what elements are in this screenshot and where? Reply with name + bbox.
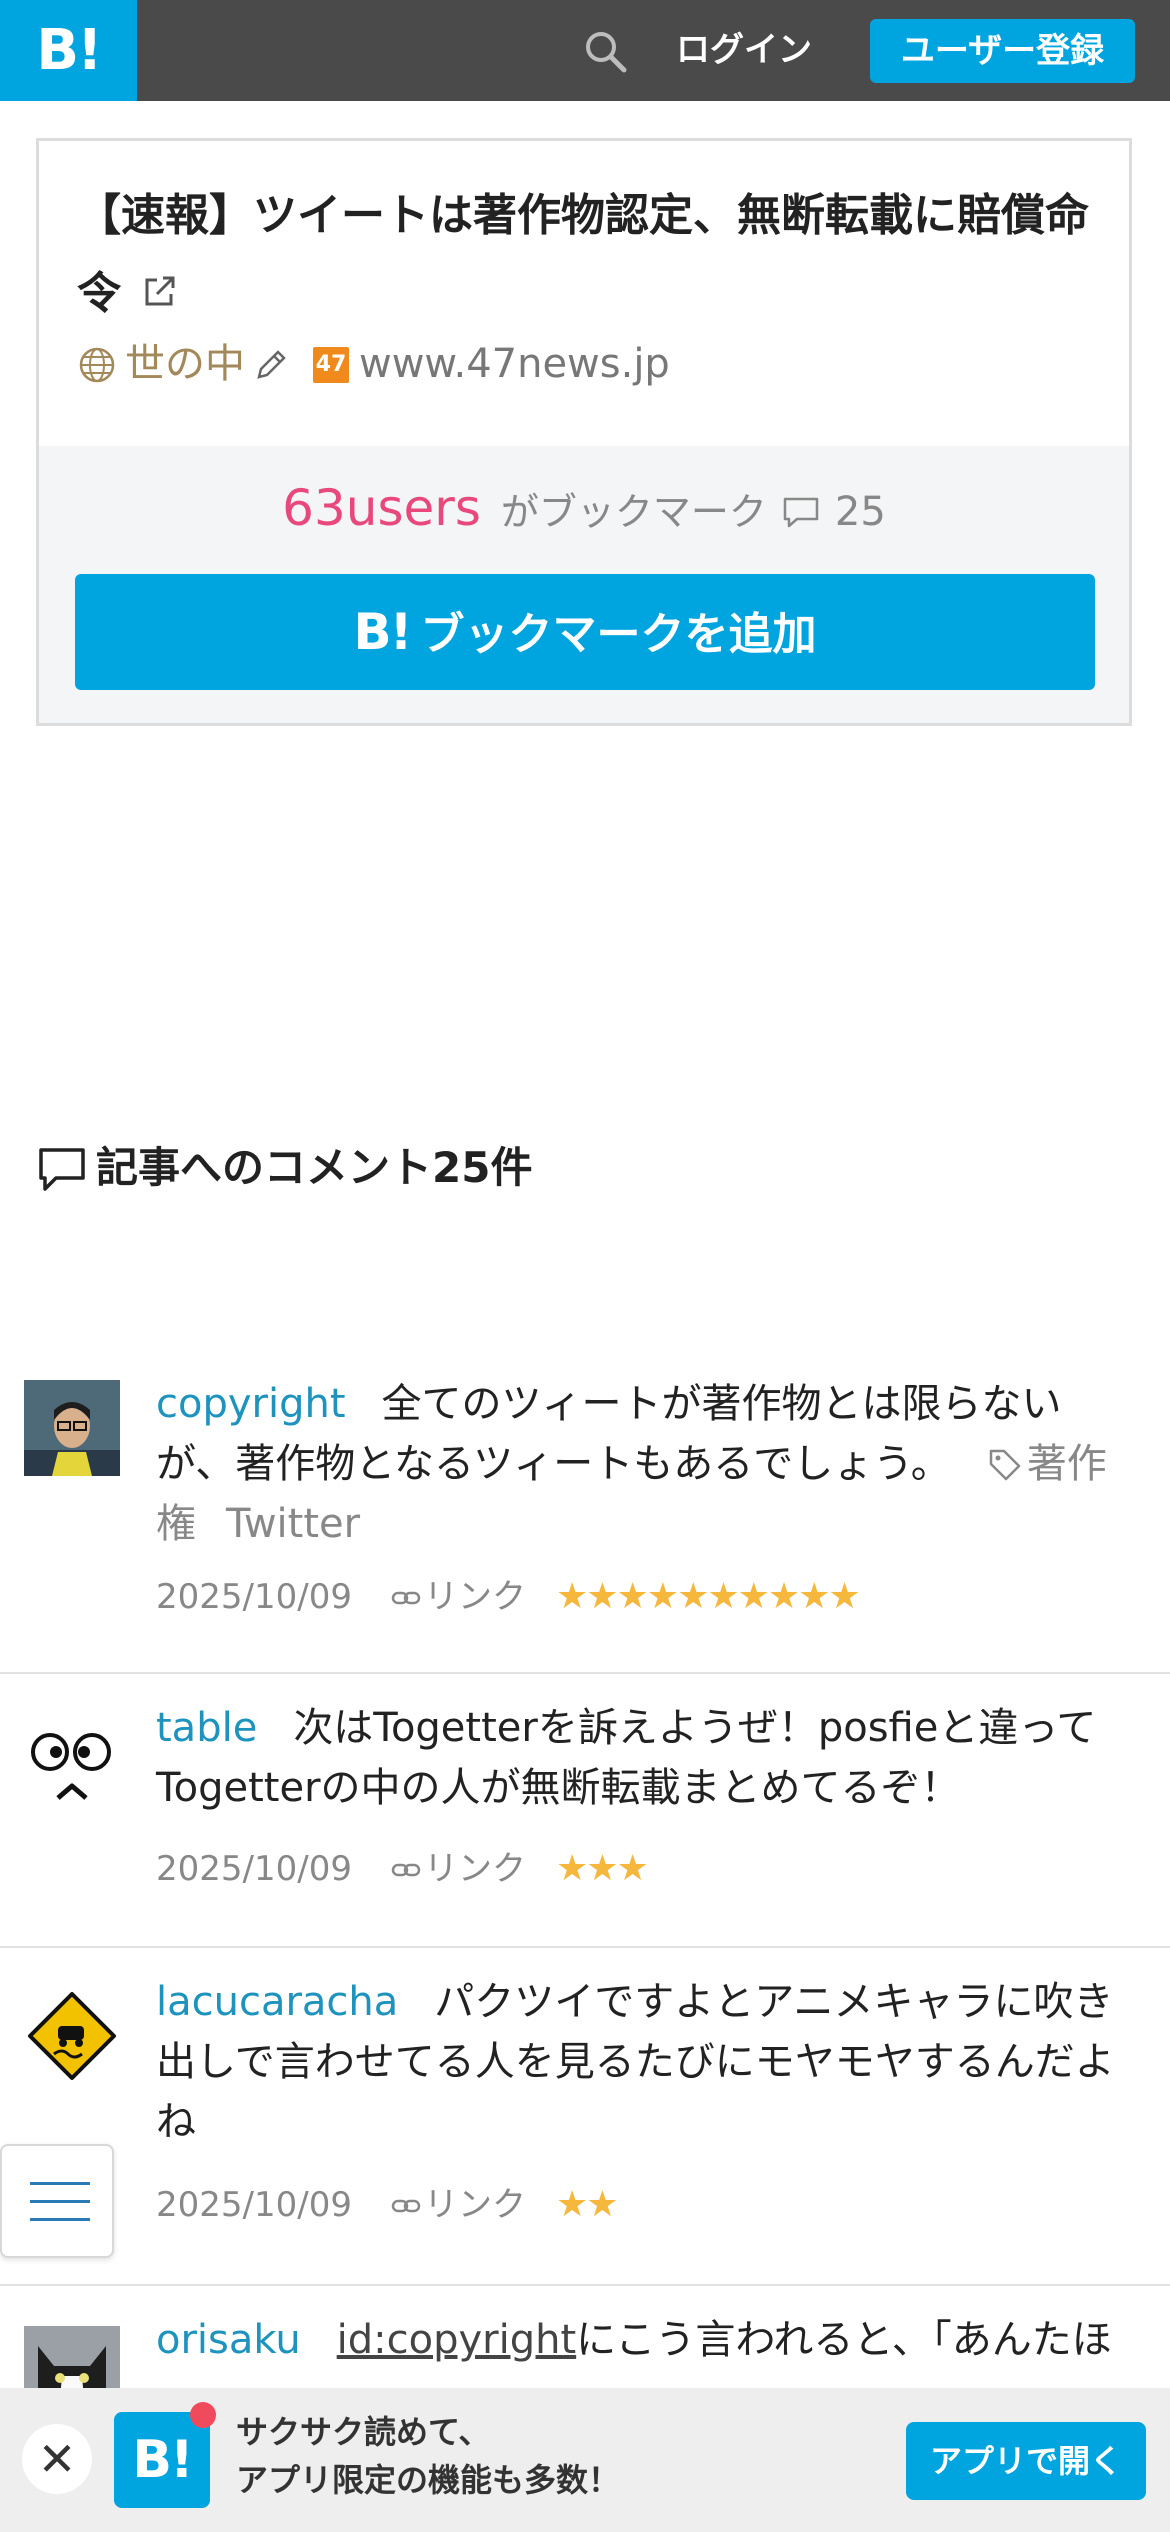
- banner-line-1: サクサク読めて、: [236, 2413, 491, 2451]
- comment-username[interactable]: table: [156, 1705, 257, 1751]
- add-bookmark-button[interactable]: B! ブックマークを追加: [75, 574, 1095, 690]
- comment-tag[interactable]: Twitter: [226, 1501, 360, 1547]
- comment-body: orisaku id:copyrightにこう言われると、「あんたほ: [156, 2310, 1136, 2370]
- login-link[interactable]: ログイン: [676, 24, 812, 76]
- comment-body: lacucaracha パクツイですよとアニメキャラに吹き出しで言わせてる人を見る…: [156, 1972, 1136, 2152]
- notification-dot: [190, 2402, 216, 2428]
- comment-text: 次はTogetterを訴えようぜ！posfieと違ってTogetterの中の人が…: [156, 1705, 1097, 1811]
- bookmark-text: がブックマーク: [500, 490, 767, 534]
- star-rating[interactable]: ★★: [556, 2184, 619, 2225]
- comment-item: lacucaracha パクツイですよとアニメキャラに吹き出しで言わせてる人を見る…: [0, 1948, 1170, 2286]
- globe-icon: [79, 347, 115, 383]
- signup-button[interactable]: ユーザー登録: [870, 19, 1135, 83]
- comment-body: table 次はTogetterを訴えようぜ！posfieと違ってTogetter…: [156, 1698, 1136, 1818]
- comment-item: copyright 全てのツィートが著作物とは限らないが、著作物となるツィートもあ…: [0, 1350, 1170, 1674]
- entry-title[interactable]: 【速報】ツイートは著作物認定、無断転載に賠償命令: [77, 190, 1089, 319]
- comment-username[interactable]: copyright: [156, 1381, 346, 1427]
- menu-line: [30, 2218, 90, 2221]
- avatar[interactable]: [24, 1722, 120, 1818]
- entry-card: 【速報】ツイートは著作物認定、無断転載に賠償命令 世の中 47 www.47new…: [36, 138, 1132, 726]
- comment-link-label[interactable]: リンク: [424, 1577, 526, 1617]
- users-count[interactable]: 63users: [282, 479, 481, 537]
- comment-meta: 2025/10/09 リンク ★★★: [156, 1844, 649, 1894]
- top-navbar: B! ログイン ユーザー登録: [0, 0, 1170, 101]
- comment-username[interactable]: lacucaracha: [156, 1979, 398, 2025]
- entry-domain[interactable]: www.47news.jp: [359, 341, 670, 387]
- add-bookmark-label: ブックマークを追加: [420, 609, 817, 660]
- hatena-bookmark-logo[interactable]: B!: [0, 0, 137, 101]
- entry-meta: 世の中 47 www.47news.jp: [77, 336, 670, 392]
- comment-count[interactable]: 25: [835, 489, 886, 535]
- avatar[interactable]: [24, 1380, 120, 1476]
- app-icon: B!: [114, 2412, 210, 2508]
- comments-heading: 記事へのコメント25件: [36, 1138, 532, 1198]
- star-rating[interactable]: ★★★: [556, 1848, 649, 1889]
- comment-date[interactable]: 2025/10/09: [156, 2185, 352, 2225]
- comment-meta: 2025/10/09 リンク ★★: [156, 2180, 619, 2230]
- link-icon[interactable]: [390, 1582, 422, 1614]
- comment-bubble-icon: [39, 1148, 85, 1191]
- open-app-button[interactable]: アプリで開く: [906, 2422, 1146, 2500]
- close-banner-button[interactable]: ✕: [22, 2424, 92, 2494]
- floating-menu-button[interactable]: [0, 2144, 114, 2258]
- menu-line: [30, 2182, 90, 2185]
- entry-title-container: 【速報】ツイートは著作物認定、無断転載に賠償命令: [77, 177, 1107, 333]
- link-icon[interactable]: [390, 2190, 422, 2222]
- avatar[interactable]: [24, 1988, 120, 2084]
- tag-icon: [989, 1449, 1021, 1481]
- link-icon[interactable]: [390, 1854, 422, 1886]
- comment-item: table 次はTogetterを訴えようぜ！posfieと違ってTogetter…: [0, 1674, 1170, 1948]
- comment-username[interactable]: orisaku: [156, 2317, 301, 2363]
- bookmark-area: 63users がブックマーク 25 B! ブックマークを追加: [39, 446, 1129, 723]
- comment-body: copyright 全てのツィートが著作物とは限らないが、著作物となるツィートもあ…: [156, 1374, 1136, 1554]
- search-icon[interactable]: [580, 26, 630, 76]
- comment-link-label[interactable]: リンク: [424, 1849, 526, 1889]
- bookmark-logo-icon: B!: [353, 603, 413, 661]
- comments-heading-text: 記事へのコメント25件: [96, 1143, 533, 1192]
- entry-category[interactable]: 世の中: [125, 341, 245, 387]
- comment-text: にこう言われると、「あんたほ: [576, 2317, 1112, 2363]
- banner-line-2: アプリ限定の機能も多数！: [236, 2461, 621, 2499]
- menu-line: [30, 2200, 90, 2203]
- app-banner: ✕ B! サクサク読めて、 アプリ限定の機能も多数！ アプリで開く: [0, 2388, 1170, 2532]
- comment-meta: 2025/10/09 リンク ★★★★★★★★★★: [156, 1572, 861, 1622]
- comment-link-label[interactable]: リンク: [424, 2185, 526, 2225]
- star-rating[interactable]: ★★★★★★★★★★: [556, 1576, 861, 1617]
- pencil-icon[interactable]: [253, 347, 289, 383]
- id-mention-link[interactable]: id:copyright: [337, 2317, 577, 2363]
- comment-icon: [783, 497, 819, 528]
- banner-text: サクサク読めて、 アプリ限定の機能も多数！: [236, 2408, 620, 2504]
- external-link-icon[interactable]: [139, 272, 179, 312]
- comment-date[interactable]: 2025/10/09: [156, 1577, 352, 1617]
- site-favicon: 47: [313, 347, 349, 383]
- comment-date[interactable]: 2025/10/09: [156, 1849, 352, 1889]
- bookmark-counts: 63users がブックマーク 25: [39, 480, 1129, 540]
